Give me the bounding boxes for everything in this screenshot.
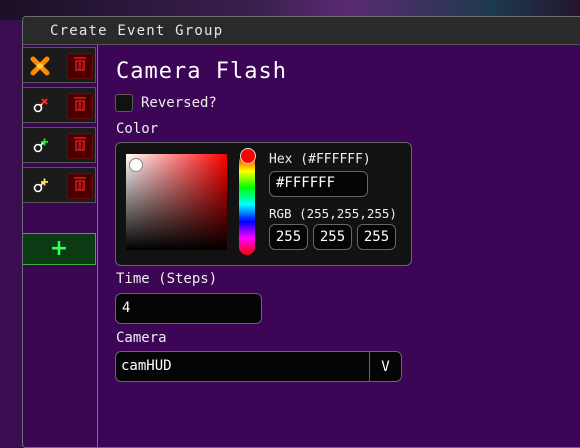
color-label: Color bbox=[116, 121, 159, 137]
event-item-2[interactable] bbox=[23, 87, 96, 123]
rgb-label: RGB (255,255,255) bbox=[269, 206, 397, 221]
delete-event-4-button[interactable] bbox=[67, 173, 93, 199]
trash-icon bbox=[73, 56, 87, 76]
hue-slider[interactable] bbox=[239, 154, 255, 255]
plus-icon: + bbox=[49, 236, 69, 261]
add-event-button[interactable]: + bbox=[23, 233, 96, 265]
camera-remove-icon bbox=[29, 95, 51, 117]
color-picker: Hex (#FFFFFF) #FFFFFF RGB (255,255,255) … bbox=[115, 142, 412, 266]
saturation-value-area[interactable] bbox=[126, 154, 227, 250]
trash-icon bbox=[73, 176, 87, 196]
reversed-checkbox[interactable] bbox=[115, 94, 133, 112]
camera-label: Camera bbox=[116, 330, 167, 346]
window-titlebar[interactable]: Create Event Group bbox=[23, 17, 580, 45]
time-label: Time (Steps) bbox=[116, 271, 218, 287]
event-title: Camera Flash bbox=[116, 59, 287, 84]
trash-icon bbox=[73, 136, 87, 156]
hue-handle[interactable] bbox=[240, 148, 256, 164]
camera-value: camHUD bbox=[121, 358, 172, 374]
orange-x-icon bbox=[29, 55, 51, 77]
event-editor: Camera Flash Reversed? Color Hex (#FFFFF… bbox=[115, 45, 580, 447]
event-item-3[interactable] bbox=[23, 127, 96, 163]
event-item-4[interactable] bbox=[23, 167, 96, 203]
event-list-sidebar: + bbox=[23, 45, 98, 447]
create-event-group-window: Create Event Group + Camera Flash Revers… bbox=[22, 16, 580, 448]
delete-event-3-button[interactable] bbox=[67, 133, 93, 159]
hex-label: Hex (#FFFFFF) bbox=[269, 152, 371, 167]
reversed-label: Reversed? bbox=[141, 95, 217, 111]
camera-dropdown[interactable]: camHUD V bbox=[115, 351, 402, 382]
dropdown-arrow-button[interactable]: V bbox=[369, 352, 401, 381]
sv-handle[interactable] bbox=[129, 158, 143, 172]
blue-input[interactable]: 255 bbox=[357, 224, 396, 250]
window-title: Create Event Group bbox=[50, 22, 224, 39]
delete-event-2-button[interactable] bbox=[67, 93, 93, 119]
window-content: + Camera Flash Reversed? Color Hex (#FFF… bbox=[23, 45, 580, 447]
camera-add-icon bbox=[29, 135, 51, 157]
red-input[interactable]: 255 bbox=[269, 224, 308, 250]
green-input[interactable]: 255 bbox=[313, 224, 352, 250]
camera-flash-icon bbox=[29, 175, 51, 197]
time-input[interactable]: 4 bbox=[115, 293, 262, 324]
event-item-1[interactable] bbox=[23, 47, 96, 83]
chevron-down-icon: V bbox=[381, 358, 390, 375]
hex-input[interactable]: #FFFFFF bbox=[269, 171, 368, 197]
delete-event-1-button[interactable] bbox=[67, 53, 93, 79]
trash-icon bbox=[73, 96, 87, 116]
